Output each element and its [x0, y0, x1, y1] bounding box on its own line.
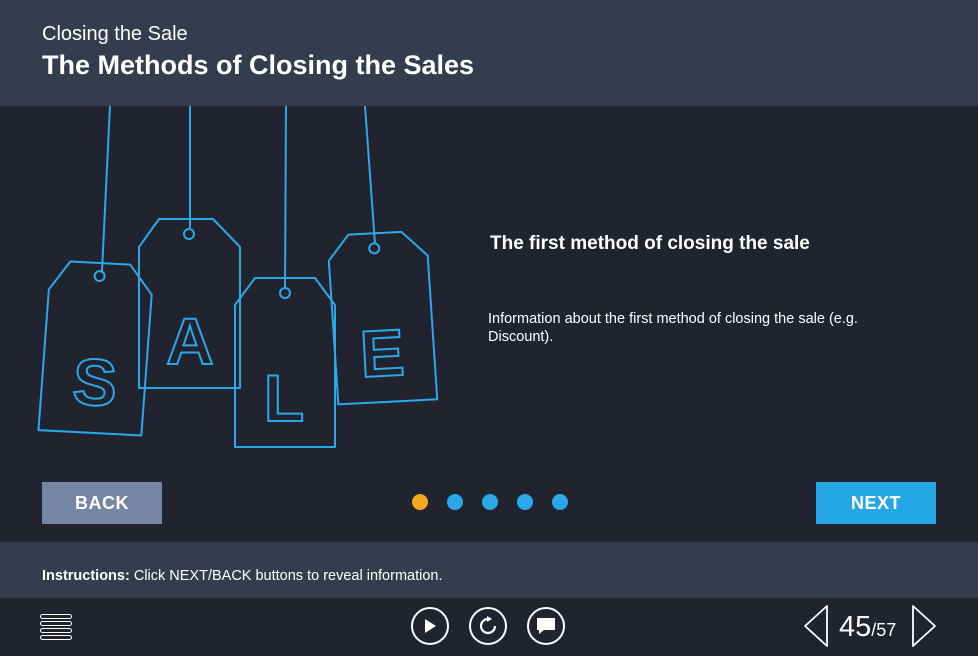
tag-letter-e: E	[358, 315, 406, 391]
instructions-bar: Instructions: Click NEXT/BACK buttons to…	[0, 542, 978, 598]
info-title: The first method of closing the sale	[490, 233, 810, 254]
tag-letter-a: A	[166, 304, 214, 378]
sale-tags-illustration: S A L E	[37, 106, 439, 448]
tag-letter-s: S	[71, 344, 119, 420]
next-slide-icon[interactable]	[911, 604, 937, 648]
step-dot-3[interactable]	[482, 494, 498, 510]
replay-button[interactable]	[469, 607, 507, 645]
current-slide-number: 45	[839, 611, 872, 643]
instructions-text: Instructions: Click NEXT/BACK buttons to…	[42, 568, 443, 584]
step-indicator	[412, 494, 568, 511]
hamburger-menu-icon[interactable]	[40, 614, 74, 642]
page-title: The Methods of Closing the Sales	[42, 50, 475, 80]
step-dot-4[interactable]	[517, 494, 533, 510]
total-slides: /57	[871, 620, 897, 640]
tag-letter-l: L	[264, 361, 304, 435]
slide-counter: 45 /57	[839, 611, 896, 644]
info-body: Information about the first method of cl…	[488, 311, 858, 345]
play-icon	[425, 619, 436, 633]
chat-button[interactable]	[527, 607, 565, 645]
step-dot-1[interactable]	[412, 494, 428, 510]
play-button[interactable]	[411, 607, 449, 645]
instructions-body: Click NEXT/BACK buttons to reveal inform…	[129, 568, 443, 584]
step-dot-5[interactable]	[552, 494, 568, 510]
instructions-label: Instructions:	[42, 568, 130, 584]
section-subtitle: Closing the Sale	[42, 23, 188, 45]
player-footer: 45 /57	[0, 598, 978, 656]
replay-icon	[479, 616, 497, 635]
header-bar: Closing the Sale The Methods of Closing …	[0, 0, 978, 106]
chat-icon	[537, 618, 555, 634]
step-dot-2[interactable]	[447, 494, 463, 510]
previous-slide-icon[interactable]	[803, 604, 829, 648]
back-button[interactable]: BACK	[42, 482, 162, 524]
next-button[interactable]: NEXT	[816, 482, 936, 524]
